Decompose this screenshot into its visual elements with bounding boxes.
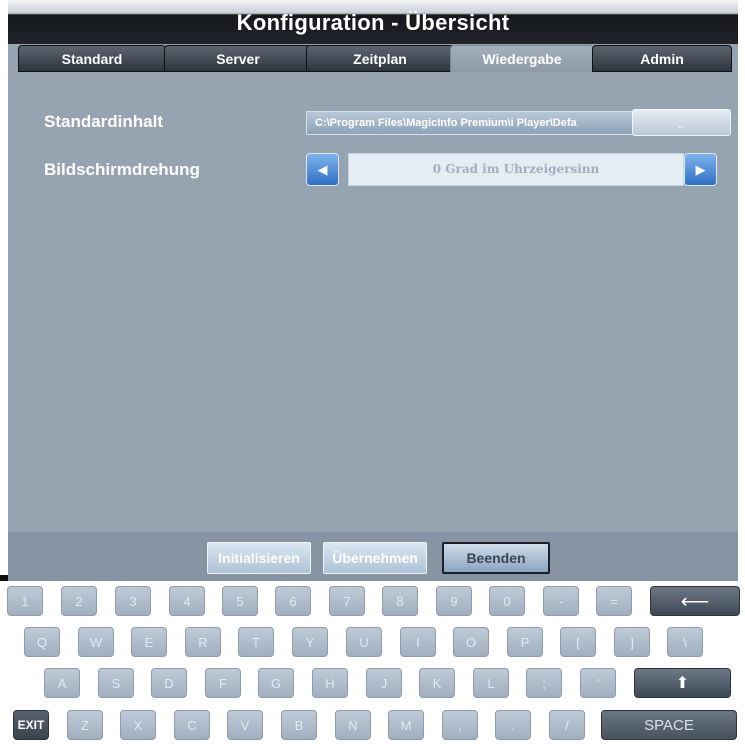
key-k[interactable]: K: [419, 668, 455, 698]
key-q[interactable]: Q: [24, 627, 60, 657]
key-s[interactable]: S: [98, 668, 134, 698]
default-content-path-field[interactable]: C:\Program Files\MagicInfo Premium\i Pla…: [306, 111, 636, 135]
apply-button[interactable]: Übernehmen: [323, 542, 427, 574]
tab-server[interactable]: Server: [164, 45, 312, 72]
browse-button[interactable]: ..: [632, 109, 731, 136]
key-0[interactable]: 0: [489, 586, 525, 616]
key-8[interactable]: 8: [382, 586, 418, 616]
key-c[interactable]: C: [174, 710, 210, 740]
tab-divider: [8, 72, 738, 78]
key-w[interactable]: W: [78, 627, 114, 657]
key-u[interactable]: U: [346, 627, 382, 657]
rotation-next-button[interactable]: ▶: [684, 153, 717, 186]
key-e[interactable]: E: [131, 627, 167, 657]
key-z[interactable]: Z: [67, 710, 103, 740]
key-j[interactable]: J: [366, 668, 402, 698]
key-d[interactable]: D: [151, 668, 187, 698]
window-title: Konfiguration - Übersicht: [236, 10, 510, 35]
key-l[interactable]: L: [473, 668, 509, 698]
shift-arrow-icon: ⬆: [675, 675, 690, 692]
key-6[interactable]: 6: [275, 586, 311, 616]
backspace-arrow-icon: ⟵: [680, 590, 710, 613]
key-backspace[interactable]: ⟵: [650, 586, 740, 616]
rotation-value: 0 Grad im Uhrzeigersinn: [348, 153, 684, 186]
tab-standard[interactable]: Standard: [18, 45, 166, 72]
key-v[interactable]: V: [227, 710, 263, 740]
key-left-bracket[interactable]: [: [560, 627, 596, 657]
key-2[interactable]: 2: [61, 586, 97, 616]
key-o[interactable]: O: [453, 627, 489, 657]
key-x[interactable]: X: [120, 710, 156, 740]
config-window: Konfiguration - Übersicht Standard Serve…: [8, 0, 738, 581]
tab-zeitplan[interactable]: Zeitplan: [306, 45, 454, 72]
title-bar: Konfiguration - Übersicht: [8, 0, 738, 44]
key-comma[interactable]: ,: [442, 710, 478, 740]
onscreen-keyboard: 1 2 3 4 5 6 7 8 9 0 - = ⟵ Q W E R T Y U …: [0, 581, 745, 751]
key-4[interactable]: 4: [169, 586, 205, 616]
key-slash[interactable]: /: [549, 710, 585, 740]
key-h[interactable]: H: [312, 668, 348, 698]
key-1[interactable]: 1: [7, 586, 43, 616]
key-p[interactable]: P: [507, 627, 543, 657]
reset-button[interactable]: Initialisieren: [207, 542, 311, 574]
key-minus[interactable]: -: [543, 586, 579, 616]
key-7[interactable]: 7: [329, 586, 365, 616]
exit-config-button[interactable]: Beenden: [442, 542, 550, 574]
key-g[interactable]: G: [258, 668, 294, 698]
key-5[interactable]: 5: [222, 586, 258, 616]
key-exit[interactable]: EXIT: [13, 710, 49, 740]
tab-admin[interactable]: Admin: [592, 45, 732, 72]
key-apostrophe[interactable]: ': [580, 668, 616, 698]
key-t[interactable]: T: [238, 627, 274, 657]
key-f[interactable]: F: [205, 668, 241, 698]
tab-wiedergabe[interactable]: Wiedergabe: [450, 45, 594, 73]
key-m[interactable]: M: [388, 710, 424, 740]
key-period[interactable]: .: [495, 710, 531, 740]
key-3[interactable]: 3: [115, 586, 151, 616]
key-n[interactable]: N: [335, 710, 371, 740]
arrow-left-icon: ◀: [317, 161, 328, 177]
key-r[interactable]: R: [185, 627, 221, 657]
key-i[interactable]: I: [400, 627, 436, 657]
key-backslash[interactable]: \: [667, 627, 703, 657]
arrow-right-icon: ▶: [695, 161, 706, 177]
rotation-prev-button[interactable]: ◀: [306, 153, 339, 186]
key-semicolon[interactable]: ;: [526, 668, 562, 698]
key-equals[interactable]: =: [596, 586, 632, 616]
key-space[interactable]: SPACE: [601, 710, 737, 740]
key-shift[interactable]: ⬆: [634, 668, 731, 698]
key-a[interactable]: A: [44, 668, 80, 698]
key-b[interactable]: B: [281, 710, 317, 740]
key-9[interactable]: 9: [436, 586, 472, 616]
key-right-bracket[interactable]: ]: [614, 627, 650, 657]
default-content-label: Standardinhalt: [44, 112, 164, 131]
screen-rotation-label: Bildschirmdrehung: [44, 160, 200, 179]
key-y[interactable]: Y: [292, 627, 328, 657]
